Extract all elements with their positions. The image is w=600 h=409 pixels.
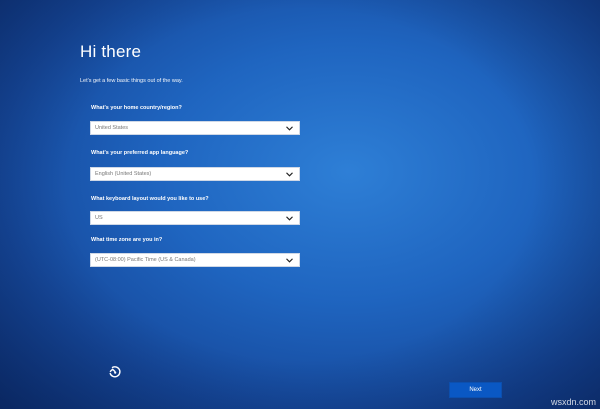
ease-of-access-icon[interactable] bbox=[107, 364, 123, 380]
app-language-select[interactable]: English (United States) bbox=[90, 167, 300, 181]
app-language-label: What's your preferred app language? bbox=[91, 150, 189, 156]
chevron-down-icon bbox=[285, 214, 293, 222]
keyboard-layout-select[interactable]: US bbox=[90, 211, 300, 225]
keyboard-layout-value: US bbox=[95, 215, 103, 221]
setup-screen: { "header": { "title": "Hi there", "subt… bbox=[0, 0, 600, 409]
watermark-text: wsxdn.com bbox=[550, 397, 596, 407]
next-button[interactable]: Next bbox=[449, 382, 502, 398]
time-zone-label: What time zone are you in? bbox=[91, 237, 163, 243]
page-title: Hi there bbox=[80, 42, 142, 61]
page-subtitle: Let's get a few basic things out of the … bbox=[80, 78, 183, 84]
chevron-down-icon bbox=[285, 170, 293, 178]
time-zone-value: (UTC-08:00) Pacific Time (US & Canada) bbox=[95, 257, 196, 263]
country-region-value: United States bbox=[95, 125, 129, 131]
country-region-select[interactable]: United States bbox=[90, 121, 300, 135]
country-region-label: What's your home country/region? bbox=[91, 105, 182, 111]
keyboard-layout-label: What keyboard layout would you like to u… bbox=[91, 196, 209, 202]
app-language-value: English (United States) bbox=[95, 171, 152, 177]
chevron-down-icon bbox=[285, 256, 293, 264]
time-zone-select[interactable]: (UTC-08:00) Pacific Time (US & Canada) bbox=[90, 253, 300, 267]
chevron-down-icon bbox=[285, 124, 293, 132]
